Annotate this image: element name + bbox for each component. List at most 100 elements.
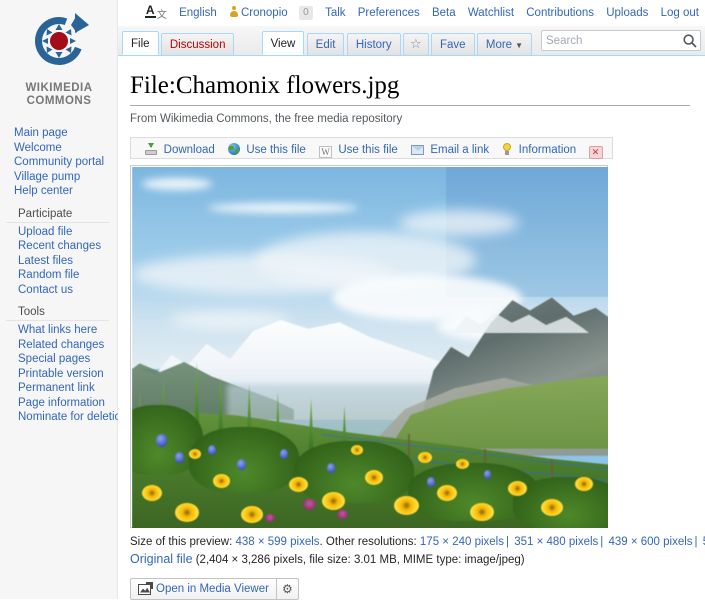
sidebar-navigation-group: Main page Welcome Community portal Villa… [0,118,117,199]
star-icon: ☆ [409,37,422,52]
bellflower [327,463,336,474]
tab-watch-star[interactable]: ☆ [402,33,429,55]
chevron-down-icon: ▼ [515,41,523,50]
lightbulb-icon [502,143,512,155]
bellflower [279,448,288,459]
globe-icon [228,143,241,155]
sidebar-item-permanent-link[interactable]: Permanent link [0,381,117,396]
user-link-talk[interactable]: Talk [325,7,345,19]
sidebar-item-welcome[interactable]: Welcome [0,141,117,156]
dandelion-flower [393,495,419,515]
sidebar-item-contact-us[interactable]: Contact us [0,283,117,298]
preview-size-value[interactable]: 438 × 599 pixels [235,536,319,548]
sidebar-group-heading-participate: Participate [6,205,109,223]
tab-fave[interactable]: Fave [430,33,475,55]
download-button[interactable]: Download [145,139,215,161]
sidebar-item-related-changes[interactable]: Related changes [0,338,117,353]
logo-wordmark: WIKIMEDIA COMMONS [0,82,118,108]
resolution-link-175[interactable]: 175 × 240 pixels [420,536,504,548]
dandelion-flower [436,484,457,501]
sidebar-item-main-page[interactable]: Main page [0,126,117,141]
preview-size-line: Size of this preview: 438 × 599 pixels. … [130,536,705,548]
namespace-tabs: File Discussion [122,31,235,55]
sidebar-item-recent-changes[interactable]: Recent changes [0,239,117,254]
close-icon[interactable]: ✕ [588,146,603,159]
tab-history[interactable]: History [346,33,401,55]
user-link-logout[interactable]: Log out [661,7,699,19]
page-title: File:Chamonix flowers.jpg [130,71,690,106]
content-area: File:Chamonix flowers.jpg From Wikimedia… [118,56,705,600]
original-file-details: (2,404 × 3,286 pixels, file size: 3.01 M… [192,554,525,566]
sidebar-item-latest-files[interactable]: Latest files [0,254,117,269]
original-file-link[interactable]: Original file [130,552,193,566]
language-icon-letter: A [144,3,156,18]
resolution-separator: | [600,536,604,548]
dandelion-flower [141,484,162,501]
user-page-link[interactable]: Cronopio [229,6,288,19]
media-viewer-icon [138,581,153,595]
resolution-separator: | [505,536,509,548]
language-icon: A 文 [144,3,167,21]
user-link-beta[interactable]: Beta [432,7,456,19]
resolution-link-439[interactable]: 439 × 600 pixels [608,536,692,548]
search-input[interactable] [542,31,680,50]
dandelion-flower [189,448,202,459]
tab-more[interactable]: More ▼ [476,33,532,55]
tab-file[interactable]: File [122,31,159,55]
tab-discussion[interactable]: Discussion [160,33,235,55]
logo-line-2: COMMONS [26,95,92,107]
sidebar-item-community-portal[interactable]: Community portal [0,155,117,170]
tab-more-label: More [485,39,513,51]
user-link-uploads[interactable]: Uploads [606,7,648,19]
sidebar-item-special-pages[interactable]: Special pages [0,352,117,367]
search-area [541,30,701,51]
site-tagline: From Wikimedia Commons, the free media r… [130,113,403,125]
information-button[interactable]: Information [502,139,576,161]
cloud [141,177,212,190]
bellflower [174,452,184,464]
sidebar-item-what-links-here[interactable]: What links here [0,323,117,338]
email-link-button[interactable]: Email a link [411,139,489,161]
media-viewer-settings-button[interactable]: ⚙ [276,578,299,600]
resolution-separator: | [694,536,698,548]
sidebar-item-upload-file[interactable]: Upload file [0,225,117,240]
file-preview-frame [130,165,608,528]
language-selector[interactable]: English [179,7,217,19]
use-this-file-web-button[interactable]: Use this file [228,139,306,161]
sidebar-item-nominate-for-deletion[interactable]: Nominate for deletion [0,410,127,425]
site-logo[interactable]: WIKIMEDIA COMMONS [0,0,118,118]
email-link-label: Email a link [430,144,490,156]
search-box[interactable] [541,30,701,51]
original-file-line: Original file (2,404 × 3,286 pixels, fil… [130,552,705,566]
sidebar-group-tools: Tools What links here Related changes Sp… [0,303,127,425]
user-icon [229,6,239,17]
gear-icon: ⚙ [282,582,293,596]
tab-edit[interactable]: Edit [306,33,345,55]
notifications-badge[interactable]: 0 [298,6,313,20]
download-icon [145,143,158,155]
sidebar-item-page-information[interactable]: Page information [0,396,117,411]
username-label: Cronopio [240,7,288,19]
sidebar-item-random-file[interactable]: Random file [0,268,117,283]
sidebar-item-help-center[interactable]: Help center [0,184,117,199]
user-link-preferences[interactable]: Preferences [358,7,420,19]
tab-view[interactable]: View [261,31,305,55]
dandelion-flower [508,481,528,497]
user-bar: A 文 English Cronopio 0 Talk Preferences … [118,0,705,26]
file-action-toolbar: Download Use this file W Use this file E… [130,137,613,159]
language-icon-glyph: 文 [156,10,167,21]
use-this-file-wiki-button[interactable]: W Use this file [319,139,398,161]
user-link-contributions[interactable]: Contributions [526,7,594,19]
dandelion-flower [469,502,494,521]
resolution-link-351[interactable]: 351 × 480 pixels [514,536,598,548]
sidebar-item-printable-version[interactable]: Printable version [0,367,117,382]
user-link-watchlist[interactable]: Watchlist [468,7,514,19]
bellflower [236,459,246,471]
open-in-media-viewer-button[interactable]: Open in Media Viewer [130,578,277,600]
preview-size-prefix: Size of this preview: [130,536,233,548]
sidebar-item-village-pump[interactable]: Village pump [0,170,117,185]
search-icon[interactable] [682,33,698,49]
sidebar-group-participate: Participate Upload file Recent changes L… [0,205,117,298]
open-in-media-viewer-label: Open in Media Viewer [156,583,269,595]
file-preview-image[interactable] [132,167,608,528]
